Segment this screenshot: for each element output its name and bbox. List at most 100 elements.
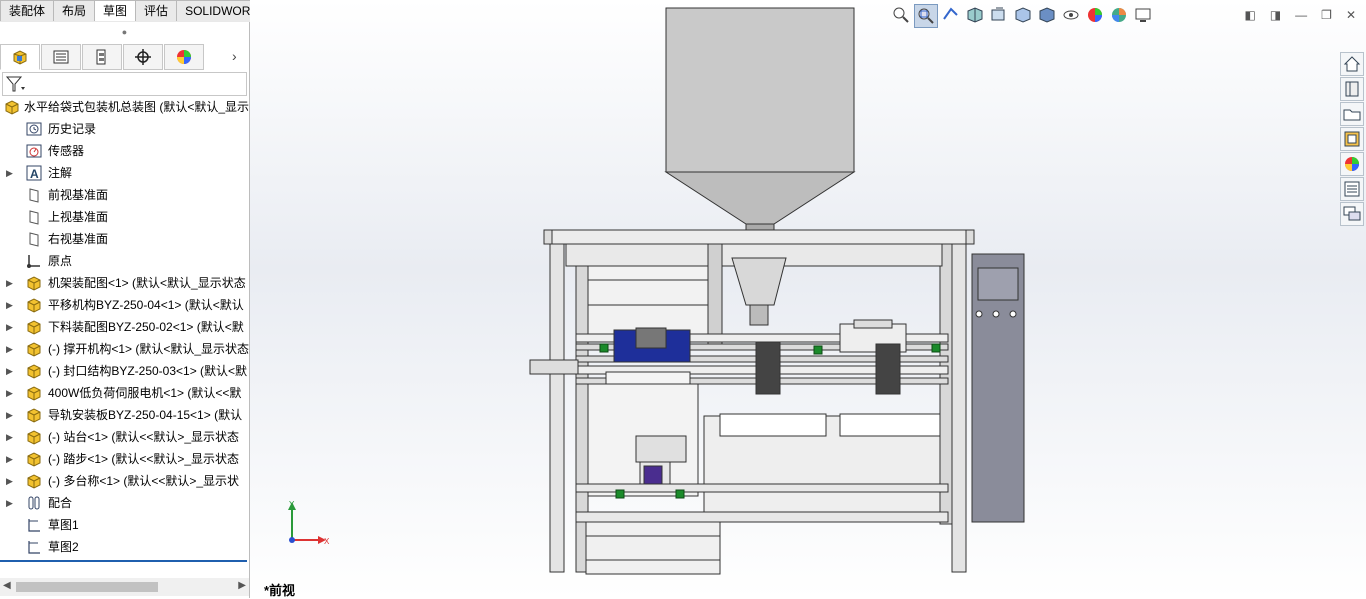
tree-item[interactable]: ▶ 导轨安装板BYZ-250-04-15<1> (默认 bbox=[0, 404, 249, 426]
display-style-button[interactable] bbox=[1036, 4, 1058, 26]
tab-2[interactable]: 草图 bbox=[94, 0, 137, 21]
forum-tab[interactable] bbox=[1340, 202, 1364, 226]
close-icon[interactable]: ✕ bbox=[1346, 8, 1356, 22]
tree-item[interactable]: 草图1 bbox=[0, 514, 249, 536]
previous-view-icon bbox=[943, 7, 958, 20]
tree-root-assembly[interactable]: 水平给袋式包装机总装图 (默认<默认_显示 bbox=[0, 96, 249, 118]
rollback-bar[interactable] bbox=[0, 560, 247, 562]
tree-item-label: 平移机构BYZ-250-04<1> (默认<默认 bbox=[48, 298, 244, 312]
horizontal-scrollbar[interactable]: ◀ ▶ bbox=[0, 578, 249, 596]
hide-show-button[interactable] bbox=[1060, 4, 1082, 26]
expand-arrow-icon[interactable]: ▶ bbox=[6, 338, 13, 360]
chevron-right-icon[interactable]: › bbox=[232, 48, 237, 64]
dynamic-annotation-icon bbox=[991, 7, 1005, 21]
tree-item-label: (-) 撑开机构<1> (默认<默认_显示状态 bbox=[48, 342, 249, 356]
previous-view-button[interactable] bbox=[940, 4, 962, 26]
scroll-left-icon[interactable]: ◀ bbox=[3, 580, 11, 591]
tab-1[interactable]: 布局 bbox=[53, 0, 96, 21]
tree-item[interactable]: ▶ (-) 多台称<1> (默认<<默认>_显示状 bbox=[0, 470, 249, 492]
sensor-icon bbox=[26, 143, 42, 159]
zoom-to-fit-button[interactable] bbox=[890, 4, 912, 26]
tree-item[interactable]: ▶ 下料装配图BYZ-250-02<1> (默认<默 bbox=[0, 316, 249, 338]
feature-tree: 水平给袋式包装机总装图 (默认<默认_显示 历史记录 传感器 ▶ A 注解 前视基准面 上视基… bbox=[0, 96, 249, 558]
tree-item[interactable]: ▶ A 注解 bbox=[0, 162, 249, 184]
appearances-tab[interactable] bbox=[1340, 152, 1364, 176]
tree-item[interactable]: 历史记录 bbox=[0, 118, 249, 140]
restore-left-icon[interactable]: ◧ bbox=[1244, 8, 1255, 22]
zoom-area-button[interactable] bbox=[914, 4, 938, 28]
tree-item[interactable]: 前视基准面 bbox=[0, 184, 249, 206]
hopper-cone bbox=[664, 171, 856, 225]
assembly-icon bbox=[26, 297, 42, 313]
expand-arrow-icon[interactable]: ▶ bbox=[6, 162, 13, 184]
expand-arrow-icon[interactable]: ▶ bbox=[6, 426, 13, 448]
assembly-icon bbox=[26, 451, 42, 467]
dimxpert-tab[interactable] bbox=[123, 44, 163, 70]
tree-item[interactable]: 草图2 bbox=[0, 536, 249, 558]
view-orientation-button[interactable] bbox=[1012, 4, 1034, 26]
view-settings-button[interactable] bbox=[1132, 4, 1154, 26]
tree-item[interactable]: 右视基准面 bbox=[0, 228, 249, 250]
tree-item[interactable]: 原点 bbox=[0, 250, 249, 272]
scroll-right-icon[interactable]: ▶ bbox=[238, 580, 246, 591]
tree-item[interactable]: ▶ (-) 站台<1> (默认<<默认>_显示状态 bbox=[0, 426, 249, 448]
propertymanager-tab[interactable] bbox=[41, 44, 81, 70]
restore-right-icon[interactable]: ◨ bbox=[1270, 8, 1281, 22]
tree-item[interactable]: ▶ 400W低负荷伺服电机<1> (默认<<默 bbox=[0, 382, 249, 404]
expand-arrow-icon[interactable]: ▶ bbox=[6, 492, 13, 514]
custom-properties-tab[interactable] bbox=[1340, 177, 1364, 201]
tree-root-label: 水平给袋式包装机总装图 (默认<默认_显示 bbox=[24, 100, 249, 114]
filter-icon bbox=[5, 76, 25, 92]
expand-arrow-icon[interactable]: ▶ bbox=[6, 360, 13, 382]
svg-text:A: A bbox=[30, 167, 39, 181]
assembly-icon bbox=[26, 429, 42, 445]
tree-item[interactable]: ▶ 机架装配图<1> (默认<默认_显示状态 bbox=[0, 272, 249, 294]
display-manager-tab[interactable] bbox=[164, 44, 204, 70]
expand-arrow-icon[interactable]: ▶ bbox=[6, 316, 13, 338]
tree-item[interactable]: ▶ 平移机构BYZ-250-04<1> (默认<默认 bbox=[0, 294, 249, 316]
tree-item-label: 导轨安装板BYZ-250-04-15<1> (默认 bbox=[48, 408, 243, 422]
dynamic-annotation-button[interactable] bbox=[988, 4, 1010, 26]
expand-arrow-icon[interactable]: ▶ bbox=[6, 294, 13, 316]
file-explorer-tab[interactable] bbox=[1340, 102, 1364, 126]
scrollbar-thumb[interactable] bbox=[16, 582, 158, 592]
tree-item-label: (-) 封口结构BYZ-250-03<1> (默认<默 bbox=[48, 364, 248, 378]
configurationmanager-tab[interactable] bbox=[82, 44, 122, 70]
expand-arrow-icon[interactable]: ▶ bbox=[6, 470, 13, 492]
tab-0[interactable]: 装配体 bbox=[0, 0, 55, 21]
history-icon bbox=[26, 121, 42, 137]
apply-scene-button[interactable] bbox=[1108, 4, 1130, 26]
expand-arrow-icon[interactable]: ▶ bbox=[6, 448, 13, 470]
minimize-icon[interactable]: — bbox=[1295, 8, 1307, 22]
featuremanager-tab[interactable] bbox=[0, 44, 40, 70]
window-controls: ◧ ◨ — ❐ ✕ bbox=[1244, 8, 1356, 22]
tree-item-label: 400W低负荷伺服电机<1> (默认<<默 bbox=[48, 386, 242, 400]
design-library-tab[interactable] bbox=[1340, 77, 1364, 101]
tree-filter[interactable] bbox=[2, 72, 247, 96]
tab-3[interactable]: 评估 bbox=[135, 0, 178, 21]
triad-x-label: X bbox=[324, 537, 330, 546]
featuremanager-icon bbox=[13, 50, 27, 65]
panel-grip[interactable]: ● bbox=[0, 22, 249, 42]
display-style-icon bbox=[1039, 7, 1055, 23]
tree-item[interactable]: ▶ 配合 bbox=[0, 492, 249, 514]
custom-properties-icon bbox=[1344, 181, 1360, 197]
mates-icon bbox=[26, 495, 42, 511]
expand-arrow-icon[interactable]: ▶ bbox=[6, 382, 13, 404]
tree-item[interactable]: 传感器 bbox=[0, 140, 249, 162]
view-palette-tab[interactable] bbox=[1340, 127, 1364, 151]
section-view-button[interactable] bbox=[964, 4, 986, 26]
tree-item[interactable]: ▶ (-) 撑开机构<1> (默认<默认_显示状态 bbox=[0, 338, 249, 360]
expand-arrow-icon[interactable]: ▶ bbox=[6, 272, 13, 294]
tree-item[interactable]: 上视基准面 bbox=[0, 206, 249, 228]
dimxpert-icon bbox=[135, 49, 151, 65]
assembly-icon bbox=[26, 363, 42, 379]
assembly-icon bbox=[26, 407, 42, 423]
graphics-viewport[interactable]: ◧ ◨ — ❐ ✕ bbox=[250, 0, 1366, 598]
maximize-icon[interactable]: ❐ bbox=[1321, 8, 1332, 22]
tree-item[interactable]: ▶ (-) 踏步<1> (默认<<默认>_显示状态 bbox=[0, 448, 249, 470]
tree-item[interactable]: ▶ (-) 封口结构BYZ-250-03<1> (默认<默 bbox=[0, 360, 249, 382]
home-tab[interactable] bbox=[1340, 52, 1364, 76]
expand-arrow-icon[interactable]: ▶ bbox=[6, 404, 13, 426]
edit-appearance-button[interactable] bbox=[1084, 4, 1106, 26]
